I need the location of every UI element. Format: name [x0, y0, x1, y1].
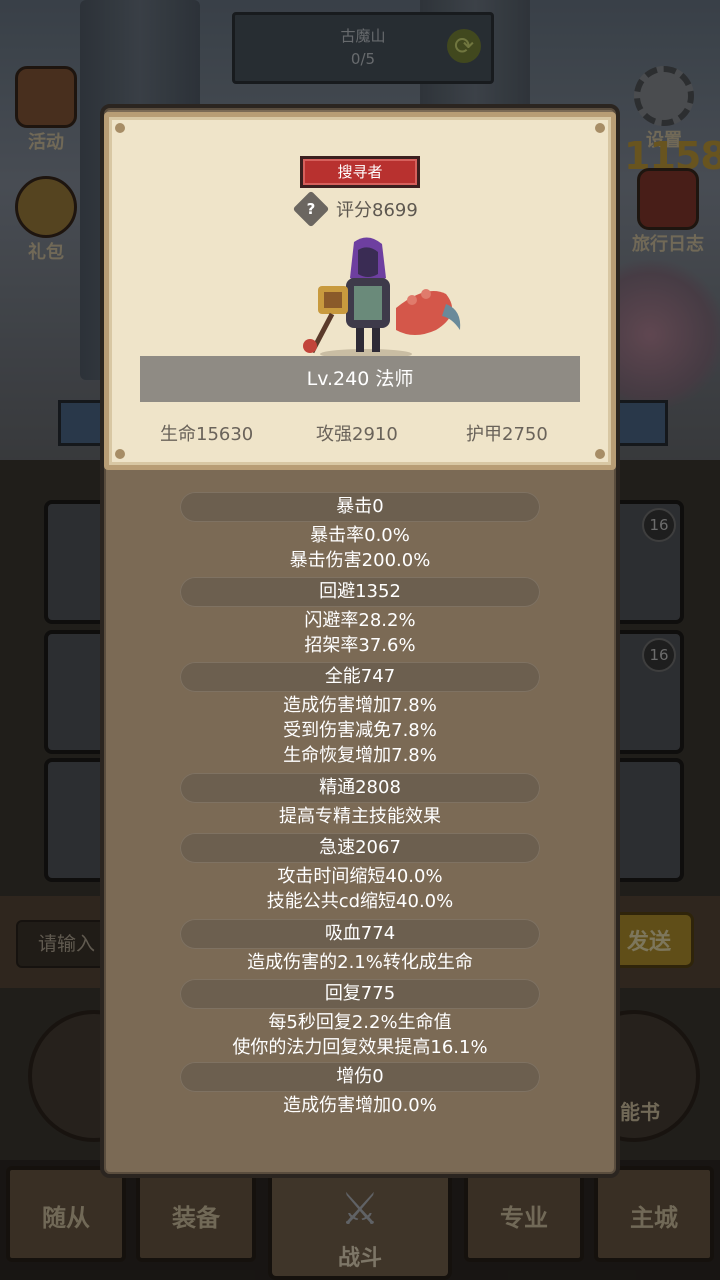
stat-line: 暴击伤害200.0% — [289, 550, 431, 571]
level-class-bar: Lv.240 法师 — [140, 356, 580, 402]
role-badge: 搜寻者 — [300, 156, 420, 188]
score-text: 评分8699 — [336, 200, 418, 221]
hp-stat: 生命15630 — [160, 424, 254, 445]
stat-line: 受到伤害减免7.8% — [283, 720, 437, 741]
stat-line: 每5秒回复2.2%生命值 — [268, 1012, 452, 1033]
stat-line: 攻击时间缩短40.0% — [277, 866, 443, 887]
stat-line: 暴击率0.0% — [310, 525, 410, 546]
card-rivet — [595, 123, 605, 133]
attack-stat: 攻强2910 — [316, 424, 398, 445]
stat-line: 生命恢复增加7.8% — [283, 745, 437, 766]
stat-line: 提高专精主技能效果 — [279, 806, 441, 827]
stat-line: 技能公共cd缩短40.0% — [266, 891, 454, 912]
stat-header-avoidance: 回避1352 — [180, 577, 540, 607]
stat-line: 闪避率28.2% — [304, 610, 416, 631]
armor-stat: 护甲2750 — [466, 424, 548, 445]
stat-header-crit: 暴击0 — [180, 492, 540, 522]
stat-header-damage-bonus: 增伤0 — [180, 1062, 540, 1092]
stat-line: 造成伤害增加7.8% — [283, 695, 437, 716]
stat-header-versatility: 全能747 — [180, 662, 540, 692]
stat-line: 招架率37.6% — [304, 635, 416, 656]
hero-portrait — [303, 237, 461, 359]
stat-line: 使你的法力回复效果提高16.1% — [232, 1037, 488, 1058]
stat-header-lifesteal: 吸血774 — [180, 919, 540, 949]
card-rivet — [115, 123, 125, 133]
stat-header-regen: 回复775 — [180, 979, 540, 1009]
stat-line: 造成伤害的2.1%转化成生命 — [247, 952, 473, 973]
help-icon[interactable]: ? — [292, 190, 330, 228]
stat-header-haste: 急速2067 — [180, 833, 540, 863]
stat-line: 造成伤害增加0.0% — [283, 1095, 437, 1116]
card-rivet — [115, 449, 125, 459]
stat-header-mastery: 精通2808 — [180, 773, 540, 803]
card-rivet — [595, 449, 605, 459]
